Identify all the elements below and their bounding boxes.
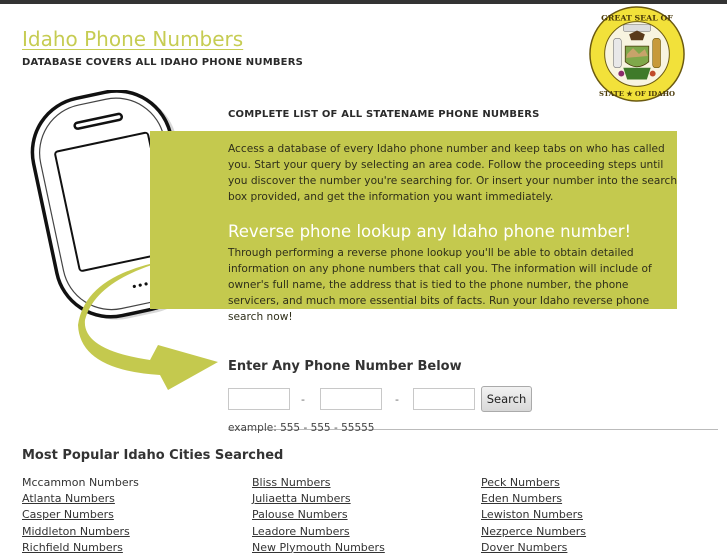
city-item: Mccammon Numbers [22, 476, 139, 489]
section-heading: COMPLETE LIST OF ALL STATENAME PHONE NUM… [228, 109, 540, 120]
area-code-input[interactable] [228, 388, 290, 410]
site-title-link[interactable]: Idaho Phone Numbers [22, 27, 243, 51]
example-text: example: 555 - 555 - 55555 [228, 422, 375, 434]
svg-text:GREAT SEAL OF: GREAT SEAL OF [601, 14, 673, 23]
city-link[interactable]: Nezperce Numbers [481, 525, 586, 538]
city-link[interactable]: Lewiston Numbers [481, 508, 583, 521]
city-link[interactable]: Peck Numbers [481, 476, 560, 489]
city-link[interactable]: Bliss Numbers [252, 476, 331, 489]
city-link[interactable]: Richfield Numbers [22, 541, 123, 554]
city-column-3: Peck Numbers Eden Numbers Lewiston Numbe… [481, 475, 586, 556]
cities-heading: Most Popular Idaho Cities Searched [22, 448, 284, 463]
separator-dash: - [395, 393, 399, 406]
separator-dash: - [301, 393, 305, 406]
search-button[interactable]: Search [481, 386, 532, 412]
city-link[interactable]: Atlanta Numbers [22, 492, 115, 505]
city-link[interactable]: Dover Numbers [481, 541, 567, 554]
svg-text:STATE ★ OF IDAHO: STATE ★ OF IDAHO [599, 90, 675, 98]
city-link[interactable]: Palouse Numbers [252, 508, 348, 521]
city-link[interactable]: Middleton Numbers [22, 525, 130, 538]
city-link[interactable]: Eden Numbers [481, 492, 562, 505]
line-number-input[interactable] [413, 388, 475, 410]
city-link[interactable]: Juliaetta Numbers [252, 492, 351, 505]
state-seal-icon: GREAT SEAL OF STATE ★ OF IDAHO [589, 6, 685, 102]
city-link[interactable]: New Plymouth Numbers [252, 541, 385, 554]
city-column-2: Bliss Numbers Juliaetta Numbers Palouse … [252, 475, 385, 556]
reverse-lookup-paragraph: Through performing a reverse phone looku… [228, 247, 652, 323]
search-form-heading: Enter Any Phone Number Below [228, 359, 462, 374]
city-link[interactable]: Leadore Numbers [252, 525, 350, 538]
reverse-lookup-heading: Reverse phone lookup any Idaho phone num… [228, 222, 632, 241]
city-link[interactable]: Casper Numbers [22, 508, 114, 521]
city-column-1: Mccammon Numbers Atlanta Numbers Casper … [22, 475, 139, 556]
tagline: DATABASE COVERS ALL IDAHO PHONE NUMBERS [22, 57, 304, 68]
intro-paragraph: Access a database of every Idaho phone n… [228, 143, 678, 203]
prefix-input[interactable] [320, 388, 382, 410]
top-bar [0, 0, 727, 4]
